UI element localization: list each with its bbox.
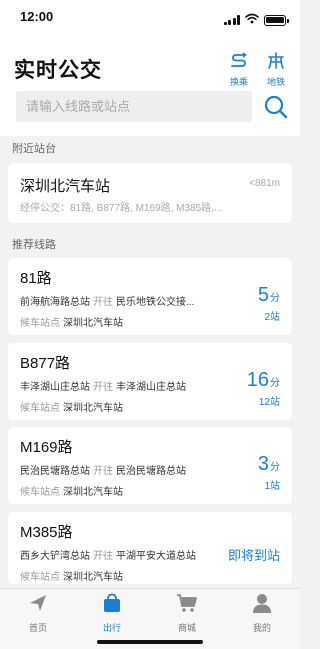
transfer-button[interactable]: 换乘 <box>224 52 254 88</box>
route-origin: 西乡大铲湾总站 <box>20 551 90 562</box>
route-eta: 5分 2站 <box>258 284 280 323</box>
navigation-arrow-icon <box>27 595 49 617</box>
battery-icon <box>264 14 289 26</box>
route-card[interactable]: M169路 民治民塘路总站 开往 民治民塘路总站 候车站点 深圳北汽车站 3分 1站 <box>8 427 292 504</box>
tab-label: 首页 <box>28 623 47 633</box>
page-title: 实时公交 <box>14 59 102 82</box>
status-time: 12:00 <box>20 9 54 24</box>
tab-home[interactable]: 首页 <box>8 593 68 634</box>
eta-stops: 12站 <box>258 397 280 408</box>
eta-minutes: 3 <box>257 453 269 475</box>
status-bar: 12:00 <box>0 0 300 36</box>
tab-label: 我的 <box>252 623 271 633</box>
shopping-bag-icon <box>101 593 123 617</box>
route-destination: 丰泽湖山庄总站 <box>116 382 186 393</box>
eta-arriving-soon: 即将到站 <box>227 548 280 563</box>
wait-stop-label: 候车站点 <box>20 572 60 583</box>
recommended-section-title: 推荐线路 <box>12 239 56 251</box>
route-name: M385路 <box>20 524 73 541</box>
route-card[interactable]: M385路 西乡大铲湾总站 开往 平湖平安大道总站 候车站点 深圳北汽车站 即将到站 <box>8 512 292 584</box>
cart-icon <box>176 594 198 617</box>
person-icon <box>251 594 273 617</box>
route-destination: 民治民塘路总站 <box>116 466 186 477</box>
route-name: 81路 <box>20 270 52 287</box>
tab-profile[interactable]: 我的 <box>232 593 292 634</box>
route-origin: 民治民塘路总站 <box>20 466 90 477</box>
route-direction: 丰泽湖山庄总站 开往 丰泽湖山庄总站 <box>20 378 186 393</box>
wait-stop-name: 深圳北汽车站 <box>63 403 123 414</box>
nearby-station-card[interactable]: 深圳北汽车站 <881m 经停公交：81路, B877路, M169路, M38… <box>8 163 292 223</box>
cellular-signal-icon <box>223 15 240 25</box>
wait-stop-label: 候车站点 <box>20 487 60 498</box>
route-direction-label: 开往 <box>93 551 113 562</box>
nearby-passing-routes: 经停公交：81路, B877路, M169路, M385路,... <box>20 203 223 214</box>
nearby-station-name: 深圳北汽车站 <box>20 178 111 195</box>
route-wait-stop: 候车站点 深圳北汽车站 <box>20 314 123 329</box>
search-input[interactable] <box>16 91 252 122</box>
route-destination: 民乐地铁公交接... <box>116 297 195 308</box>
eta-minutes: 5 <box>257 284 269 306</box>
route-direction-label: 开往 <box>93 466 113 477</box>
route-direction-label: 开往 <box>93 297 113 308</box>
metro-label: 地铁 <box>266 77 285 87</box>
route-wait-stop: 候车站点 深圳北汽车站 <box>20 568 123 583</box>
route-card[interactable]: B877路 丰泽湖山庄总站 开往 丰泽湖山庄总站 候车站点 深圳北汽车站 16分 12… <box>8 343 292 420</box>
transfer-icon <box>230 52 248 73</box>
route-card[interactable]: 81路 前海航海路总站 开往 民乐地铁公交接... 候车站点 深圳北汽车站 5分 2站 <box>8 258 292 335</box>
route-eta: 3分 1站 <box>258 453 280 492</box>
wait-stop-label: 候车站点 <box>20 318 60 329</box>
wait-stop-name: 深圳北汽车站 <box>63 572 123 583</box>
eta-unit: 分 <box>270 293 280 304</box>
transfer-label: 换乘 <box>229 77 248 87</box>
route-name: M169路 <box>20 439 73 456</box>
route-origin: 丰泽湖山庄总站 <box>20 382 90 393</box>
route-name: B877路 <box>20 355 71 372</box>
eta-minutes: 16 <box>246 369 269 391</box>
page-header: 实时公交 换乘 地铁 <box>0 36 300 136</box>
search-bar <box>16 91 252 122</box>
metro-icon <box>267 52 285 73</box>
route-direction: 前海航海路总站 开往 民乐地铁公交接... <box>20 293 194 308</box>
route-direction: 民治民塘路总站 开往 民治民塘路总站 <box>20 462 186 477</box>
eta-stops: 2站 <box>264 312 280 323</box>
nearby-station-distance: <881m <box>249 178 280 189</box>
search-button[interactable] <box>263 94 289 120</box>
eta-unit: 分 <box>270 462 280 473</box>
wifi-icon <box>245 11 259 29</box>
eta-unit: 分 <box>270 378 280 389</box>
home-indicator <box>97 640 203 644</box>
nearby-section-title: 附近站台 <box>12 143 56 155</box>
route-direction: 西乡大铲湾总站 开往 平湖平安大道总站 <box>20 547 196 562</box>
route-eta: 16分 12站 <box>247 369 280 408</box>
metro-button[interactable]: 地铁 <box>261 52 291 88</box>
wait-stop-label: 候车站点 <box>20 403 60 414</box>
search-icon <box>263 95 289 124</box>
tab-label: 出行 <box>102 623 121 633</box>
tab-label: 商城 <box>177 623 196 633</box>
route-wait-stop: 候车站点 深圳北汽车站 <box>20 399 123 414</box>
tab-mall[interactable]: 商城 <box>157 593 217 634</box>
route-direction-label: 开往 <box>93 382 113 393</box>
tab-travel[interactable]: 出行 <box>82 593 142 634</box>
route-destination: 平湖平安大道总站 <box>116 551 196 562</box>
wait-stop-name: 深圳北汽车站 <box>63 318 123 329</box>
route-wait-stop: 候车站点 深圳北汽车站 <box>20 483 123 498</box>
wait-stop-name: 深圳北汽车站 <box>63 487 123 498</box>
status-icons <box>223 11 289 29</box>
eta-stops: 1站 <box>264 481 280 492</box>
route-origin: 前海航海路总站 <box>20 297 90 308</box>
